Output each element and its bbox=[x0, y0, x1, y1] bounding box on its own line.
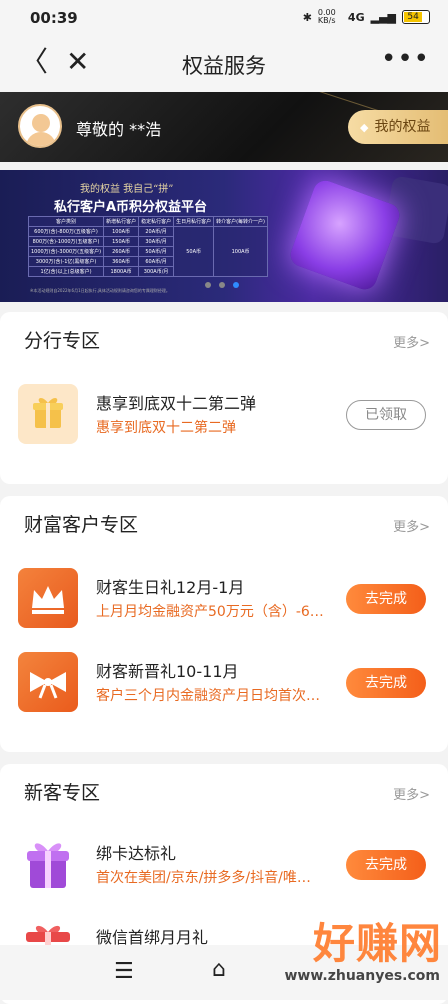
promo-banner[interactable]: 我的权益 我自己“拼” 私行客户A币积分权益平台 客户类别 新增私行客户 稳定私行客… bbox=[0, 170, 448, 302]
table-cell: 800万(含)-1000万(五级客户) bbox=[27, 236, 105, 247]
banner-title: 私行客户A币积分权益平台 bbox=[54, 200, 208, 215]
banner-table: 客户类别 新增私行客户 稳定私行客户 生日月私行客户 转介客户(每转介一户) 600万(含… bbox=[27, 216, 269, 277]
menu-icon[interactable]: ☰ bbox=[114, 959, 134, 984]
list-item[interactable]: 惠享到底双十二第二弹 惠享到底双十二第二弹 已领取 bbox=[18, 384, 430, 454]
diamond-icon: ◆ bbox=[360, 121, 369, 134]
banner-slogan: 我的权益 我自己“拼” bbox=[80, 184, 174, 195]
go-complete-button[interactable]: 去完成 bbox=[346, 668, 426, 698]
table-cell: 260A币 bbox=[103, 246, 140, 257]
table-cell: 20A币/月 bbox=[138, 226, 175, 237]
table-cell: 50A币 bbox=[173, 226, 215, 277]
table-cell: 150A币 bbox=[103, 236, 140, 247]
table-header-cell: 稳定私行客户 bbox=[138, 216, 175, 227]
section-title: 新客专区 bbox=[24, 782, 101, 804]
table-cell: 100A币 bbox=[103, 226, 140, 237]
section-title: 分行专区 bbox=[24, 330, 101, 352]
purple-gift-icon bbox=[18, 834, 78, 894]
status-bar: 00:39 ✱ 0.00 KB/s 4G ▂▄▆ 54 bbox=[0, 0, 448, 36]
table-cell: 100A币 bbox=[213, 226, 269, 277]
bow-icon bbox=[18, 652, 78, 712]
section-branch: 分行专区 更多> 惠享到底双十二第二弹 惠享到底双十二第二弹 已领取 bbox=[0, 312, 448, 484]
table-header-cell: 新增私行客户 bbox=[103, 216, 140, 227]
user-greeting: 尊敬的 **浩 bbox=[76, 120, 162, 139]
banner-note: ※本活动规则自2022年6月1日起执行,具体活动规则请咨询您的专属理财经理。 bbox=[30, 288, 170, 293]
table-header-cell: 客户类别 bbox=[27, 216, 105, 227]
watermark-logo: 好赚网 www.zhuanyes.com bbox=[284, 919, 442, 984]
item-subtitle: 上月月均金融资产50万元（含）-6… bbox=[96, 604, 324, 620]
item-title: 惠享到底双十二第二弹 bbox=[96, 394, 257, 413]
list-item[interactable]: 绑卡达标礼 首次在美团/京东/拼多多/抖音/唯… 去完成 bbox=[18, 834, 430, 904]
gift-box-icon bbox=[18, 384, 78, 444]
section-title: 财富客户专区 bbox=[24, 514, 139, 536]
net-speed: 0.00 KB/s bbox=[317, 8, 336, 25]
table-cell: 360A币 bbox=[103, 256, 140, 267]
section-wealth: 财富客户专区 更多> 财客生日礼12月-1月 上月月均金融资产50万元（含）-6… bbox=[0, 496, 448, 752]
more-link[interactable]: 更多> bbox=[393, 784, 430, 803]
back-icon[interactable]: 〈 bbox=[20, 48, 48, 76]
more-options-icon[interactable]: ••• bbox=[381, 44, 430, 74]
status-time: 00:39 bbox=[30, 9, 78, 27]
item-title: 财客新晋礼10-11月 bbox=[96, 662, 239, 681]
battery-icon: 54 bbox=[402, 10, 430, 24]
user-banner: 尊敬的 **浩 ◆ 我的权益 bbox=[0, 92, 448, 162]
go-complete-button[interactable]: 去完成 bbox=[346, 584, 426, 614]
carousel-dots[interactable] bbox=[205, 282, 239, 288]
table-cell: 1亿(含)以上(总级客户) bbox=[27, 266, 105, 277]
more-link[interactable]: 更多> bbox=[393, 332, 430, 351]
list-item[interactable]: 财客新晋礼10-11月 客户三个月内金融资产月日均首次… 去完成 bbox=[18, 652, 430, 722]
status-icons: ✱ 0.00 KB/s 4G ▂▄▆ 54 bbox=[303, 9, 430, 25]
table-cell: 50A币/月 bbox=[138, 246, 175, 257]
table-cell: 60A币/月 bbox=[138, 256, 175, 267]
avatar bbox=[18, 104, 62, 148]
table-cell: 300A币/月 bbox=[138, 266, 175, 277]
list-item[interactable]: 财客生日礼12月-1月 上月月均金融资产50万元（含）-6… 去完成 bbox=[18, 568, 430, 638]
item-title: 绑卡达标礼 bbox=[96, 844, 177, 863]
home-icon[interactable]: ⌂ bbox=[212, 957, 226, 982]
item-subtitle: 客户三个月内金融资产月日均首次… bbox=[96, 688, 320, 704]
table-cell: 30A币/月 bbox=[138, 236, 175, 247]
table-cell: 1800A币 bbox=[103, 266, 140, 277]
crown-icon bbox=[18, 568, 78, 628]
bluetooth-icon: ✱ bbox=[302, 10, 312, 24]
table-cell: 600万(含)-800万(五级客户) bbox=[27, 226, 105, 237]
close-icon[interactable]: ✕ bbox=[66, 48, 89, 76]
my-rights-label: 我的权益 bbox=[374, 119, 431, 135]
nav-bar: 〈 ✕ 权益服务 ••• bbox=[0, 36, 448, 92]
claimed-button[interactable]: 已领取 bbox=[346, 400, 426, 430]
table-header-cell: 转介客户(每转介一户) bbox=[213, 216, 269, 227]
signal-icon: ▂▄▆ bbox=[370, 10, 396, 24]
table-cell: 3000万(含)-1亿(黑级客户) bbox=[27, 256, 105, 267]
network-type: 4G bbox=[347, 10, 365, 24]
table-cell: 1000万(含)-3000万(五级客户) bbox=[27, 246, 105, 257]
table-header-cell: 生日月私行客户 bbox=[173, 216, 215, 227]
item-subtitle: 首次在美团/京东/拼多多/抖音/唯… bbox=[96, 870, 311, 886]
go-complete-button[interactable]: 去完成 bbox=[346, 850, 426, 880]
more-link[interactable]: 更多> bbox=[393, 516, 430, 535]
my-rights-button[interactable]: ◆ 我的权益 bbox=[348, 110, 448, 144]
item-title: 财客生日礼12月-1月 bbox=[96, 578, 245, 597]
item-subtitle: 惠享到底双十二第二弹 bbox=[96, 420, 236, 436]
puzzle-piece-image bbox=[287, 177, 403, 293]
